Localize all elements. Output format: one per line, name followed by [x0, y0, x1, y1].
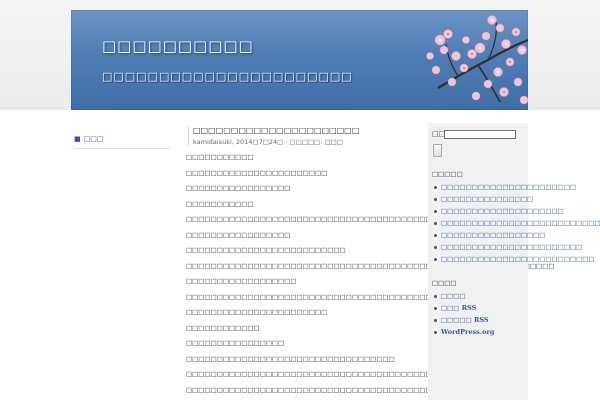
post-paragraph: □□□□□□□□□□□□□□□□□	[186, 230, 291, 239]
list-item: □□□□□ RSS	[434, 316, 526, 325]
site-header: □□□□□□□□□□ □□□□□□□□□□□□□□□□□□□□□□	[71, 10, 528, 110]
list-item: □□□ RSS	[434, 304, 526, 313]
post-paragraph: □□□□□□□□□□□□□□□□□□□□□□□□□□□□□□□□□□	[186, 354, 395, 363]
meta-comments-rss-link[interactable]: □□□□□ RSS	[441, 316, 489, 324]
post-paragraph: □□□□□□□□□□□□□□□□□□□□□□□□□□□□□□□□□□□□□□□□…	[186, 385, 494, 394]
list-item: □□□□□□□□□□□□□□□□□□□□□□	[434, 183, 576, 192]
recent-posts-list: □□□□□□□□□□□□□□□□□□□□□□ □□□□□□□□□□□□□□□ □…	[432, 183, 600, 264]
post-header: □□□□□□□□□□□□□□□□□□□□□□ kamidaisuki, 2014…	[188, 126, 416, 146]
recent-post-link[interactable]: □□□□□□□□□□□□□□□□□	[441, 231, 545, 239]
post-paragraph: □□□□□□□□□□□□□□□□□□□□□□□□□□□□□□□□□□□□□□□□…	[186, 370, 487, 378]
post-date: 2014□7□24□	[235, 138, 284, 146]
post-meta: kamidaisuki, 2014□7□24□ · □□□□□: □□□	[193, 138, 416, 146]
recent-posts-widget: □□□□□ □□□□□□□□□□□□□□□□□□□□□□ □□□□□□□□□□□…	[432, 170, 600, 267]
post-body: □□□□□□□□□□□ □□□□□□□□□□□□□□□□□□□□□□□ □□□□…	[186, 153, 555, 395]
post-paragraph: □□□□□□□□□□□□□□□□	[186, 339, 285, 347]
recent-post-link[interactable]: □□□□□□□□□□□□□□□□□□□□□□□	[441, 243, 582, 251]
post-paragraph: □□□□□□□□□□□	[186, 153, 254, 161]
post-paragraph: □□□□□□□□□□□□	[186, 323, 260, 332]
recent-post-link[interactable]: □□□□□□□□□□□□□□□	[441, 195, 533, 203]
meta-wordpress-link[interactable]: WordPress.org	[441, 328, 494, 336]
site-title[interactable]: □□□□□□□□□□	[102, 37, 254, 55]
meta-separator: · □□□□□:	[283, 138, 325, 146]
list-item: □□□□□□□□□□□□□□□	[434, 195, 533, 204]
post-paragraph: □□□□□□□□□□□□□□□□□□□□□□□	[186, 308, 328, 316]
list-item: □□□□	[434, 292, 526, 301]
search-input[interactable]	[444, 130, 516, 139]
meta-login-link[interactable]: □□□□	[441, 292, 466, 300]
post-paragraph: □□□□□□□□□□□□□□□□□□□□□□□□□□□□□□□□□□□□□□□□…	[186, 215, 524, 223]
recent-post-link[interactable]: □□□□□□□□□□□□□□□□□□□□□□□□□□□□□□	[441, 219, 600, 227]
post-paragraph: □□□□□□□□□□□□□□□□□□□□□□□□□□	[186, 246, 346, 254]
recent-post-link[interactable]: □□□□□□□□□□□□□□□□□□□□	[441, 207, 564, 215]
list-item: □□□□□□□□□□□□□□□□□□□□□□□□□	[434, 255, 595, 264]
meta-widget: □□□□ □□□□ □□□ RSS □□□□□ RSS WordPress.or…	[432, 279, 526, 340]
cherry-blossom-image	[426, 15, 528, 105]
list-item: □□□□□□□□□□□□□□□□□□□□□□□	[434, 243, 582, 252]
post-author: kamidaisuki	[193, 138, 232, 146]
meta-heading: □□□□	[432, 279, 457, 287]
post-category-link[interactable]: □□□	[324, 138, 342, 146]
site-description: □□□□□□□□□□□□□□□□□□□□□□	[102, 70, 353, 83]
recent-post-link[interactable]: □□□□□□□□□□□□□□□□□□□□□□□□□	[441, 255, 595, 263]
square-bullet-icon: ■	[74, 135, 81, 143]
post-paragraph: □□□□□□□□□□□□□□□□□	[186, 184, 291, 192]
recent-post-link[interactable]: □□□□□□□□□□□□□□□□□□□□□□	[441, 183, 576, 191]
search-button[interactable]	[433, 144, 442, 157]
list-item: □□□□□□□□□□□□□□□□□	[434, 231, 545, 240]
main-content: □□□□□□□□□□□□□□□□□□□□□□ kamidaisuki, 2014…	[186, 126, 555, 401]
post-paragraph: □□□□□□□□□□□□□□□□□□□□□□□□□□□□□□□□□□□□□□□□…	[186, 261, 555, 270]
post-paragraph: □□□□□□□□□□□□□□□□□□□□□□□	[186, 168, 328, 177]
recent-posts-heading: □□□□□	[432, 170, 463, 178]
post-paragraph: □□□□□□□□□□□	[186, 199, 254, 208]
post-paragraph: □□□□□□□□□□□□□□□□□□□□□□□□□□□□□□□□□□□□□□□□…	[186, 292, 463, 301]
list-item: WordPress.org	[434, 328, 526, 337]
left-nav-item-home[interactable]: ■ □□□	[74, 124, 171, 149]
meta-entries-rss-link[interactable]: □□□ RSS	[441, 304, 476, 312]
post-paragraph: □□□□□□□□□□□□□□□□□□	[186, 277, 297, 285]
list-item: □□□□□□□□□□□□□□□□□□□□	[434, 207, 564, 216]
left-sidebar: ■ □□□	[74, 124, 171, 149]
list-item: □□□□□□□□□□□□□□□□□□□□□□□□□□□□□□	[434, 219, 600, 228]
meta-list: □□□□ □□□ RSS □□□□□ RSS WordPress.org	[432, 292, 526, 337]
right-sidebar: □□: □□□□□ □□□□□□□□□□□□□□□□□□□□□□ □□□□□□□…	[428, 123, 600, 400]
left-nav-link[interactable]: □□□	[84, 135, 104, 143]
post-title[interactable]: □□□□□□□□□□□□□□□□□□□□□□	[193, 126, 416, 135]
